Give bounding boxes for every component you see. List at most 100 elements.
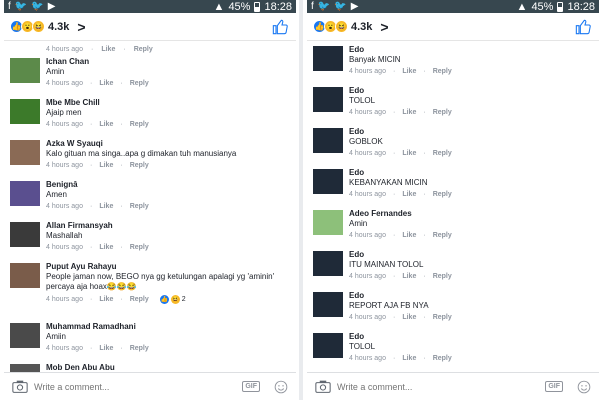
commenter-name[interactable]: Benignâ <box>46 180 296 189</box>
avatar[interactable] <box>10 140 40 165</box>
separator-dot: · <box>89 162 93 169</box>
reaction-summary[interactable]: 👍 😮 😆 4.3k > <box>313 19 389 35</box>
commenter-name[interactable]: Edo <box>349 291 599 300</box>
separator-dot: · <box>423 273 426 280</box>
like-link[interactable]: Like <box>99 296 113 303</box>
chevron-right-icon[interactable]: > <box>380 19 388 35</box>
comment-reactions[interactable]: 👍 😆 2 <box>159 295 186 304</box>
avatar[interactable] <box>10 99 40 124</box>
reply-link[interactable]: Reply <box>433 191 452 198</box>
reply-link[interactable]: Reply <box>433 150 452 157</box>
comment-item: Edo TOLOL 4 hours ago · Like · Reply <box>307 84 599 125</box>
commenter-name[interactable]: Edo <box>349 86 599 95</box>
avatar[interactable] <box>313 251 343 276</box>
like-link[interactable]: Like <box>402 191 416 198</box>
reply-link[interactable]: Reply <box>130 296 149 303</box>
avatar[interactable] <box>10 222 40 247</box>
battery-percent: 45% <box>531 0 554 13</box>
like-link[interactable]: Like <box>99 80 113 87</box>
reply-link[interactable]: Reply <box>130 162 149 169</box>
avatar[interactable] <box>10 58 40 83</box>
comment-time: 4 hours ago <box>46 296 83 303</box>
like-link[interactable]: Like <box>99 121 113 128</box>
commenter-name[interactable]: Azka W Syauqi <box>46 139 296 148</box>
like-link[interactable]: Like <box>99 244 113 251</box>
like-link[interactable]: Like <box>99 203 113 210</box>
commenter-name[interactable]: Mob Den Abu Abu <box>46 363 296 372</box>
reply-link[interactable]: Reply <box>433 355 452 362</box>
reply-link[interactable]: Reply <box>433 109 452 116</box>
sticker-smile-icon[interactable] <box>274 380 288 394</box>
commenter-name[interactable]: Edo <box>349 168 599 177</box>
reply-link[interactable]: Reply <box>433 232 452 239</box>
avatar[interactable] <box>10 181 40 206</box>
comment-text: GOBLOK <box>349 137 383 146</box>
avatar[interactable] <box>313 292 343 317</box>
reaction-summary[interactable]: 👍 😮 😆 4.3k > <box>10 19 86 35</box>
reply-link[interactable]: Reply <box>130 203 149 210</box>
like-link[interactable]: Like <box>402 232 416 239</box>
comment-text: TOLOL <box>349 96 376 105</box>
like-link[interactable]: Like <box>99 162 113 169</box>
commenter-name[interactable]: Ichan Chan <box>46 57 296 66</box>
comment-time: 4 hours ago <box>349 68 386 75</box>
gif-button[interactable]: GIF <box>545 381 563 392</box>
separator-dot: · <box>392 150 396 157</box>
comment-body: Edo TOLOL 4 hours ago · Like · Reply <box>349 84 599 116</box>
commenter-name[interactable]: Edo <box>349 250 599 259</box>
avatar[interactable] <box>10 323 40 348</box>
comment-body: Edo ITU MAINAN TOLOL 4 hours ago · Like · Repl… <box>349 248 599 280</box>
reply-link[interactable]: Reply <box>130 121 149 128</box>
like-thumb-icon[interactable] <box>272 19 288 35</box>
like-link[interactable]: Like <box>402 273 416 280</box>
comment-list[interactable]: Edo Banyak MICIN 4 hours ago · Like · Reply Edo… <box>307 41 599 386</box>
commenter-name[interactable]: Mbe Mbe Chill <box>46 98 296 107</box>
commenter-name[interactable]: Adeo Fernandes <box>349 209 599 218</box>
like-link[interactable]: Like <box>101 46 115 53</box>
like-link[interactable]: Like <box>402 68 416 75</box>
reply-link[interactable]: Reply <box>130 345 149 352</box>
gif-button[interactable]: GIF <box>242 381 260 392</box>
comment-text: Amiin <box>46 332 67 341</box>
like-thumb-icon[interactable] <box>575 19 591 35</box>
comment-time: 4 hours ago <box>349 273 386 280</box>
avatar[interactable] <box>313 87 343 112</box>
reply-link[interactable]: Reply <box>130 244 149 251</box>
comment-time: 4 hours ago <box>349 191 386 198</box>
avatar[interactable] <box>313 210 343 235</box>
sticker-smile-icon[interactable] <box>577 380 591 394</box>
commenter-name[interactable]: Puput Ayu Rahayu <box>46 262 296 271</box>
comment-input[interactable] <box>337 381 546 392</box>
reply-link[interactable]: Reply <box>433 314 452 321</box>
reply-link[interactable]: Reply <box>134 46 153 53</box>
reply-link[interactable]: Reply <box>433 68 452 75</box>
comment-item: Muhammad Ramadhani Amiin 4 hours ago · Like ·… <box>4 320 296 361</box>
like-link[interactable]: Like <box>402 109 416 116</box>
reply-link[interactable]: Reply <box>130 80 149 87</box>
avatar[interactable] <box>313 333 343 358</box>
comment-composer: GIF <box>4 372 296 400</box>
commenter-name[interactable]: Edo <box>349 45 599 54</box>
avatar[interactable] <box>10 263 40 288</box>
like-link[interactable]: Like <box>402 314 416 321</box>
separator-dot: · <box>423 109 426 116</box>
separator-dot: · <box>120 345 123 352</box>
commenter-name[interactable]: Edo <box>349 127 599 136</box>
like-link[interactable]: Like <box>402 355 416 362</box>
chevron-right-icon[interactable]: > <box>77 19 85 35</box>
like-link[interactable]: Like <box>402 150 416 157</box>
separator-dot: · <box>392 68 396 75</box>
avatar[interactable] <box>313 128 343 153</box>
commenter-name[interactable]: Edo <box>349 332 599 341</box>
commenter-name[interactable]: Allan Firmansyah <box>46 221 296 230</box>
comment-list[interactable]: 4 hours ago · Like · Reply Ichan Chan Ami… <box>4 41 296 386</box>
camera-icon[interactable] <box>315 380 331 393</box>
separator-dot: · <box>423 191 426 198</box>
camera-icon[interactable] <box>12 380 28 393</box>
avatar[interactable] <box>313 46 343 71</box>
comment-input[interactable] <box>34 381 243 392</box>
like-link[interactable]: Like <box>99 345 113 352</box>
reply-link[interactable]: Reply <box>433 273 452 280</box>
avatar[interactable] <box>313 169 343 194</box>
commenter-name[interactable]: Muhammad Ramadhani <box>46 322 296 331</box>
